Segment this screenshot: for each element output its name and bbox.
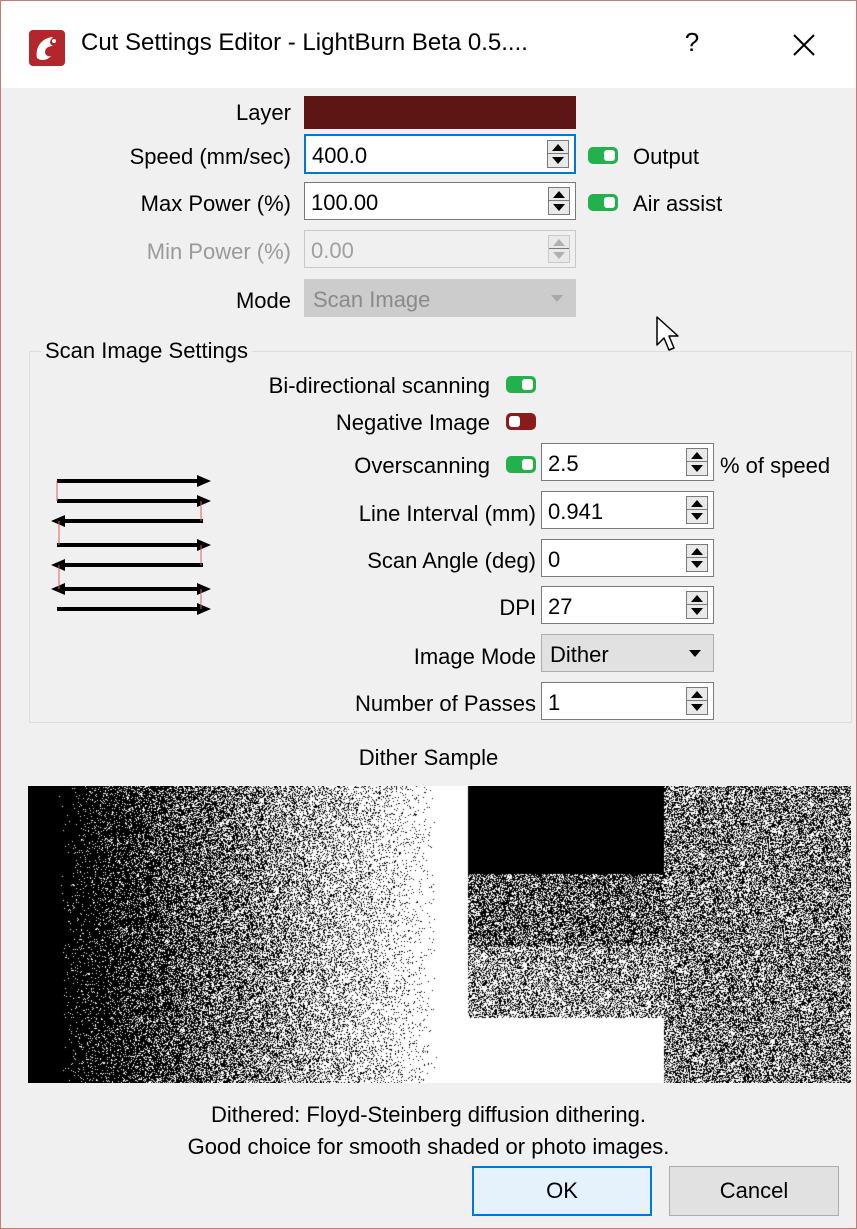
overscanning-label: Overscanning xyxy=(354,453,490,478)
spin-arrows-icon[interactable] xyxy=(686,544,708,572)
dpi-label: DPI xyxy=(499,595,536,620)
output-toggle[interactable] xyxy=(588,147,618,164)
overscanning-suffix: % of speed xyxy=(720,453,831,478)
mode-label: Mode xyxy=(235,288,291,313)
min-power-input: 0.00 xyxy=(304,230,576,268)
layer-label: Layer xyxy=(235,100,291,125)
min-power-value: 0.00 xyxy=(311,238,354,263)
max-power-input[interactable]: 100.00 xyxy=(304,182,576,220)
bidirectional-toggle[interactable] xyxy=(506,376,536,393)
image-mode-label: Image Mode xyxy=(413,644,536,669)
help-button[interactable]: ? xyxy=(677,27,707,63)
passes-label: Number of Passes xyxy=(355,691,536,716)
scan-direction-icon xyxy=(51,467,216,626)
window-title: Cut Settings Editor - LightBurn Beta 0.5… xyxy=(81,29,528,56)
air-assist-toggle[interactable] xyxy=(588,194,618,211)
line-interval-input[interactable]: 0.941 xyxy=(541,491,714,529)
close-icon[interactable] xyxy=(784,27,824,63)
spin-arrows-icon[interactable] xyxy=(686,448,708,476)
scan-angle-input[interactable]: 0 xyxy=(541,539,714,577)
speed-label: Speed (mm/sec) xyxy=(129,144,291,169)
mode-value: Scan Image xyxy=(313,287,431,312)
spin-arrows-icon[interactable] xyxy=(547,140,569,168)
image-mode-value: Dither xyxy=(550,642,609,667)
mouse-pointer-icon xyxy=(655,315,681,358)
dither-description-line1: Dithered: Floyd-Steinberg diffusion dith… xyxy=(211,1102,646,1127)
dither-sample-title: Dither Sample xyxy=(358,745,499,770)
bidirectional-label: Bi-directional scanning xyxy=(268,373,490,398)
passes-input[interactable]: 1 xyxy=(541,682,714,720)
spin-arrows-icon[interactable] xyxy=(548,187,570,215)
title-bar: Cut Settings Editor - LightBurn Beta 0.5… xyxy=(1,1,856,88)
max-power-value: 100.00 xyxy=(311,190,379,215)
negative-image-label: Negative Image xyxy=(335,410,490,435)
dither-sample-preview xyxy=(28,786,851,1083)
max-power-label: Max Power (%) xyxy=(140,191,291,216)
scan-angle-label: Scan Angle (deg) xyxy=(367,548,536,573)
dropdown-caret-icon xyxy=(689,650,701,657)
line-interval-value: 0.941 xyxy=(548,499,604,524)
air-assist-label: Air assist xyxy=(633,191,723,216)
overscanning-toggle[interactable] xyxy=(506,456,536,473)
passes-value: 1 xyxy=(548,690,561,715)
spin-arrows-icon[interactable] xyxy=(686,496,708,524)
output-label: Output xyxy=(633,144,700,169)
dropdown-caret-icon xyxy=(551,295,563,302)
line-interval-label: Line Interval (mm) xyxy=(358,501,536,526)
layer-color-swatch[interactable] xyxy=(304,96,576,129)
dpi-value: 27 xyxy=(548,594,573,619)
mode-dropdown: Scan Image xyxy=(304,279,576,317)
image-mode-dropdown[interactable]: Dither xyxy=(541,634,714,672)
cancel-button[interactable]: Cancel xyxy=(669,1166,839,1216)
scan-image-settings-title: Scan Image Settings xyxy=(41,338,253,364)
dither-description-line2: Good choice for smooth shaded or photo i… xyxy=(187,1134,670,1159)
dpi-input[interactable]: 27 xyxy=(541,586,714,624)
cut-settings-dialog: Cut Settings Editor - LightBurn Beta 0.5… xyxy=(0,0,857,1229)
scan-angle-value: 0 xyxy=(548,547,561,572)
lightburn-logo-icon xyxy=(29,30,65,66)
spin-arrows-icon[interactable] xyxy=(686,591,708,619)
spin-arrows-icon xyxy=(548,235,570,263)
overscanning-value: 2.5 xyxy=(548,451,579,476)
speed-input[interactable]: 400.0 xyxy=(304,134,576,174)
ok-button[interactable]: OK xyxy=(472,1166,652,1216)
spin-arrows-icon[interactable] xyxy=(686,687,708,715)
negative-image-toggle[interactable] xyxy=(506,413,536,430)
speed-value: 400.0 xyxy=(312,143,368,168)
overscanning-input[interactable]: 2.5 xyxy=(541,443,714,481)
min-power-label: Min Power (%) xyxy=(146,239,291,264)
